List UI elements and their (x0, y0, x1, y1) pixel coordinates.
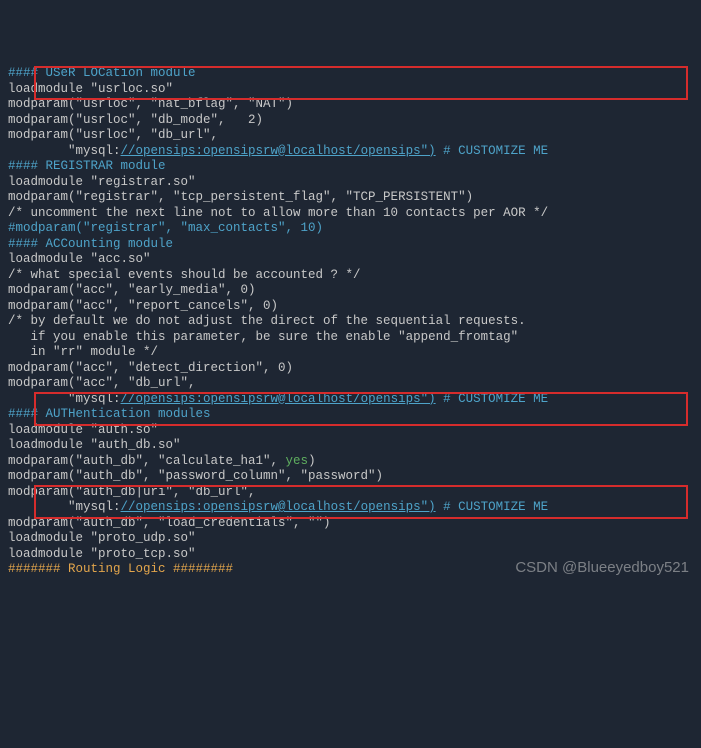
code-text: ) (308, 454, 316, 468)
keyword-yes: yes (286, 454, 309, 468)
code-line: modparam("registrar", "tcp_persistent_fl… (8, 190, 693, 206)
customize-comment: # CUSTOMIZE ME (436, 144, 549, 158)
code-line: #### USeR LOCation module (8, 66, 693, 82)
code-line: modparam("auth_db", "password_column", "… (8, 469, 693, 485)
code-line: loadmodule "registrar.so" (8, 175, 693, 191)
code-line: "mysql://opensips:opensipsrw@localhost/o… (8, 392, 693, 408)
mysql-url: //opensips:opensipsrw@localhost/opensips… (121, 144, 436, 158)
code-line: loadmodule "proto_udp.so" (8, 531, 693, 547)
code-line: /* uncomment the next line not to allow … (8, 206, 693, 222)
code-line: loadmodule "usrloc.so" (8, 82, 693, 98)
mysql-url: //opensips:opensipsrw@localhost/opensips… (121, 500, 436, 514)
code-text: "mysql: (8, 392, 121, 406)
code-text: modparam("auth_db", "calculate_ha1", (8, 454, 286, 468)
code-line: in "rr" module */ (8, 345, 693, 361)
code-block: #### USeR LOCation moduleloadmodule "usr… (8, 66, 693, 578)
watermark: CSDN @Blueeyedboy521 (515, 560, 689, 576)
code-line: modparam("usrloc", "db_url", (8, 128, 693, 144)
code-line: if you enable this parameter, be sure th… (8, 330, 693, 346)
code-line: modparam("usrloc", "db_mode", 2) (8, 113, 693, 129)
code-text: "mysql: (8, 144, 121, 158)
code-line: modparam("acc", "db_url", (8, 376, 693, 392)
customize-comment: # CUSTOMIZE ME (436, 500, 549, 514)
code-line: /* by default we do not adjust the direc… (8, 314, 693, 330)
code-line: #### AUTHentication modules (8, 407, 693, 423)
code-line: loadmodule "auth_db.so" (8, 438, 693, 454)
code-line: modparam("auth_db", "load_credentials", … (8, 516, 693, 532)
code-line: #### REGISTRAR module (8, 159, 693, 175)
code-line: loadmodule "acc.so" (8, 252, 693, 268)
code-line: "mysql://opensips:opensipsrw@localhost/o… (8, 500, 693, 516)
code-line: #modparam("registrar", "max_contacts", 1… (8, 221, 693, 237)
code-line: modparam("acc", "report_cancels", 0) (8, 299, 693, 315)
code-line: loadmodule "auth.so" (8, 423, 693, 439)
code-line: /* what special events should be account… (8, 268, 693, 284)
mysql-url: //opensips:opensipsrw@localhost/opensips… (121, 392, 436, 406)
code-line: #### ACCounting module (8, 237, 693, 253)
code-line: modparam("acc", "detect_direction", 0) (8, 361, 693, 377)
code-line: modparam("auth_db|uri", "db_url", (8, 485, 693, 501)
code-line: "mysql://opensips:opensipsrw@localhost/o… (8, 144, 693, 160)
code-line: modparam("usrloc", "nat_bflag", "NAT") (8, 97, 693, 113)
code-text: "mysql: (8, 500, 121, 514)
customize-comment: # CUSTOMIZE ME (436, 392, 549, 406)
code-line: modparam("acc", "early_media", 0) (8, 283, 693, 299)
code-line: modparam("auth_db", "calculate_ha1", yes… (8, 454, 693, 470)
